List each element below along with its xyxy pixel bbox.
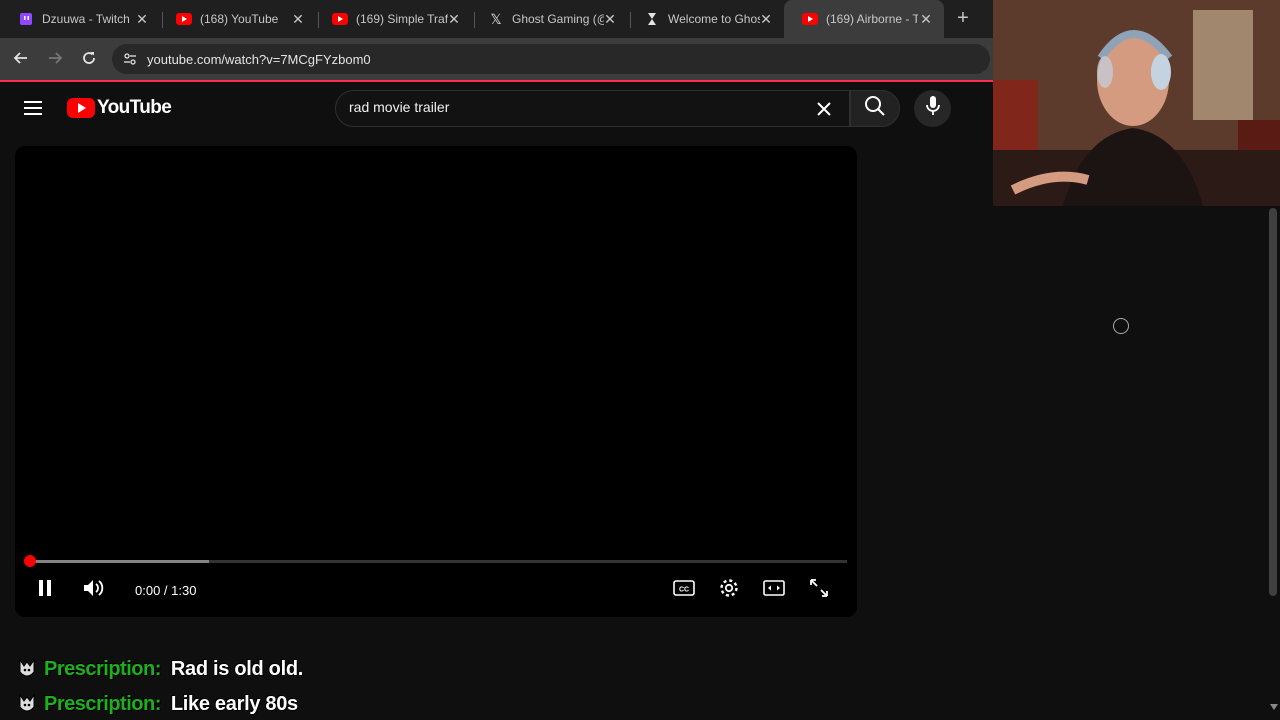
chat-badge-icon bbox=[18, 693, 36, 715]
tab-title: Welcome to Ghos bbox=[668, 12, 760, 26]
tab-title: Ghost Gaming (@ bbox=[512, 12, 604, 26]
video-player[interactable]: 0:00 / 1:30 CC bbox=[15, 146, 857, 617]
browser-toolbar: youtube.com/watch?v=7MCgFYzbom0 bbox=[0, 38, 993, 82]
site-info-icon[interactable] bbox=[122, 51, 138, 67]
volume-button[interactable] bbox=[82, 578, 106, 602]
x-icon: 𝕏 bbox=[490, 10, 502, 27]
youtube-logo-text: YouTube bbox=[97, 97, 172, 118]
forward-icon[interactable] bbox=[46, 50, 64, 68]
close-icon[interactable]: ✕ bbox=[290, 11, 306, 27]
pause-button[interactable] bbox=[33, 578, 57, 602]
tab-simple-traffic[interactable]: (169) Simple Traffi ✕ bbox=[314, 0, 472, 38]
voice-search-button[interactable] bbox=[914, 90, 951, 127]
volume-icon bbox=[82, 578, 106, 603]
tab-ghost-gaming[interactable]: 𝕏 Ghost Gaming (@ ✕ bbox=[470, 0, 628, 38]
close-icon[interactable]: ✕ bbox=[446, 11, 462, 27]
address-bar[interactable]: youtube.com/watch?v=7MCgFYzbom0 bbox=[112, 44, 990, 74]
captions-button[interactable]: CC bbox=[672, 578, 696, 602]
fullscreen-icon bbox=[809, 578, 829, 603]
progress-buffered bbox=[29, 560, 209, 563]
webcam-overlay bbox=[993, 0, 1280, 206]
ghost-icon bbox=[644, 11, 660, 27]
browser-tab-strip: Dzuuwa - Twitch ✕ (168) YouTube ✕ (169) … bbox=[0, 0, 993, 38]
tab-title: Dzuuwa - Twitch bbox=[42, 12, 130, 26]
tab-title: (168) YouTube bbox=[200, 12, 279, 26]
menu-icon[interactable] bbox=[24, 100, 44, 116]
svg-text:CC: CC bbox=[679, 586, 689, 593]
search-input[interactable] bbox=[349, 99, 789, 115]
time-display: 0:00 / 1:30 bbox=[135, 583, 197, 598]
webcam-streamer-image bbox=[993, 0, 1280, 206]
tab-twitch[interactable]: Dzuuwa - Twitch ✕ bbox=[0, 0, 160, 38]
chat-username: Prescription: bbox=[44, 657, 161, 680]
tab-airborne[interactable]: (169) Airborne - T ✕ bbox=[784, 0, 944, 38]
youtube-icon bbox=[802, 11, 818, 27]
chat-username: Prescription: bbox=[44, 692, 161, 715]
search-button[interactable] bbox=[850, 90, 900, 127]
chat-text: Like early 80s bbox=[170, 692, 298, 715]
tab-title: (169) Simple Traffi bbox=[356, 12, 448, 26]
youtube-icon bbox=[332, 11, 348, 27]
gear-icon bbox=[718, 577, 740, 604]
tab-youtube-home[interactable]: (168) YouTube ✕ bbox=[158, 0, 316, 38]
back-icon[interactable] bbox=[12, 50, 30, 68]
close-icon[interactable]: ✕ bbox=[602, 11, 618, 27]
chat-badge-icon bbox=[18, 658, 36, 680]
page-scrollbar[interactable] bbox=[1267, 206, 1280, 720]
settings-button[interactable] bbox=[717, 578, 741, 602]
youtube-icon bbox=[176, 11, 192, 27]
pause-icon bbox=[37, 579, 53, 602]
close-icon[interactable]: ✕ bbox=[758, 11, 774, 27]
scrollbar-thumb[interactable] bbox=[1269, 208, 1277, 596]
close-icon[interactable]: ✕ bbox=[134, 11, 150, 27]
clear-search-icon[interactable] bbox=[814, 99, 834, 119]
url-text: youtube.com/watch?v=7MCgFYzbom0 bbox=[147, 52, 371, 67]
progress-scrubber[interactable] bbox=[24, 555, 36, 567]
chat-message: Prescription: Rad is old old. bbox=[18, 655, 303, 683]
tab-welcome-ghost[interactable]: Welcome to Ghos ✕ bbox=[626, 0, 784, 38]
youtube-logo-icon bbox=[67, 98, 95, 118]
theater-mode-button[interactable] bbox=[762, 578, 786, 602]
youtube-logo[interactable]: YouTube bbox=[67, 97, 172, 119]
youtube-header: YouTube bbox=[0, 84, 993, 132]
loading-spinner-icon bbox=[1113, 318, 1129, 334]
microphone-icon bbox=[925, 95, 941, 122]
fullscreen-button[interactable] bbox=[807, 578, 831, 602]
search-icon bbox=[864, 95, 886, 122]
chat-text: Rad is old old. bbox=[170, 657, 304, 680]
new-tab-button[interactable]: + bbox=[953, 8, 973, 29]
twitch-icon bbox=[18, 11, 34, 27]
reload-icon[interactable] bbox=[80, 50, 98, 68]
search-box[interactable] bbox=[335, 90, 850, 127]
tab-title: (169) Airborne - T bbox=[826, 12, 918, 26]
scroll-down-arrow-icon[interactable] bbox=[1270, 704, 1278, 710]
progress-bar[interactable] bbox=[29, 560, 847, 563]
chat-message: Prescription: Like early 80s bbox=[18, 690, 298, 718]
theater-mode-icon bbox=[763, 579, 785, 601]
captions-icon: CC bbox=[673, 579, 695, 601]
close-icon[interactable]: ✕ bbox=[918, 11, 934, 27]
